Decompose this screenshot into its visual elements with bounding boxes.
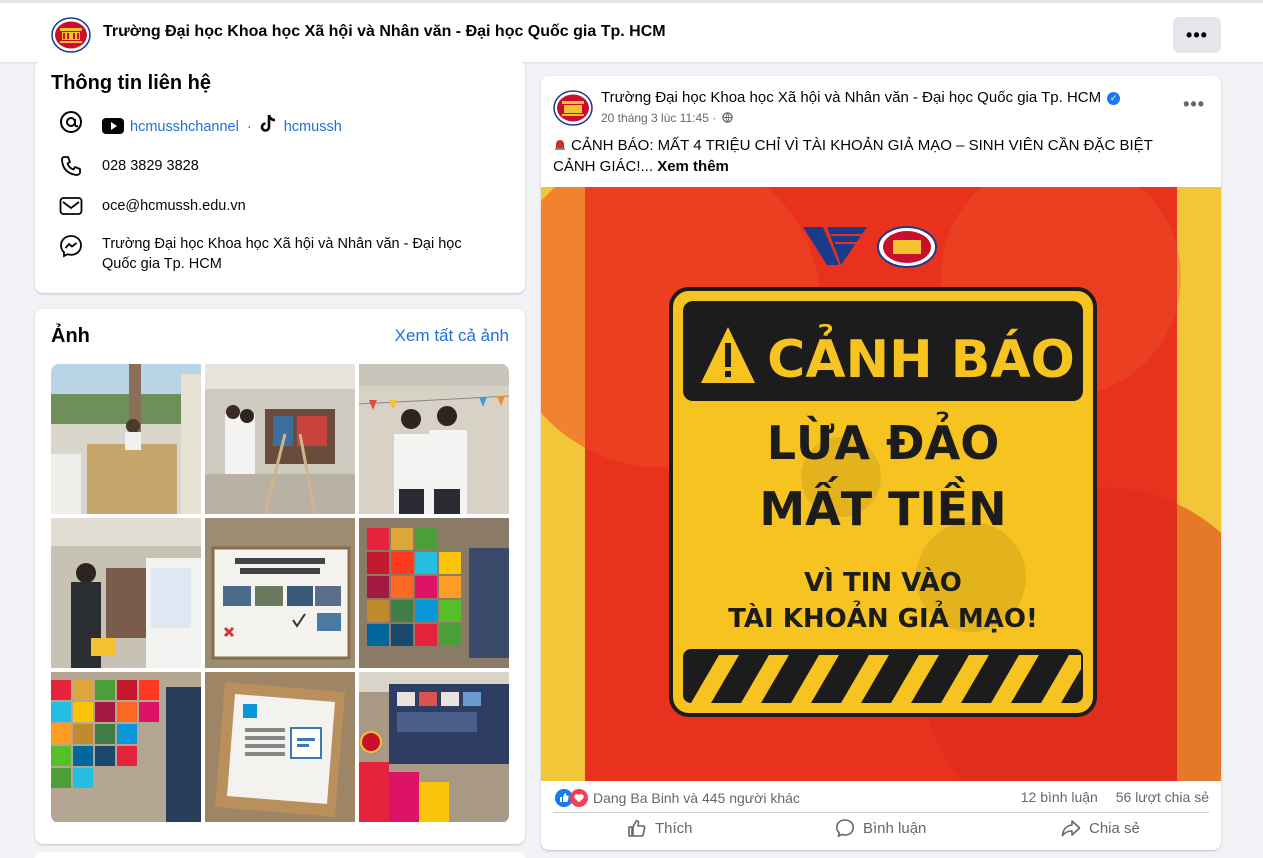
poster-line-1: CẢNH BÁO: [767, 324, 1075, 390]
reactions-bar: Dang Ba Binh và 445 người khác 12 bình l…: [541, 786, 1221, 810]
messenger-row: Trường Đại học Khoa học Xã hội và Nhân v…: [35, 232, 525, 276]
contact-info-card: Thông tin liên hệ hcmusshchannel · hcmus…: [35, 60, 525, 293]
poster-line-5: TÀI KHOẢN GIẢ MẠO!: [728, 599, 1038, 634]
shares-count[interactable]: 56 lượt chia sẻ: [1116, 789, 1209, 805]
see-more-link[interactable]: Xem thêm: [657, 158, 729, 175]
post-actions-bar: Thích Bình luận Chia sẻ: [541, 816, 1221, 846]
phone-row: 028 3829 3828: [35, 152, 525, 182]
more-options-button[interactable]: •••: [1173, 17, 1221, 53]
youtube-icon: [102, 118, 124, 134]
poster-line-4: VÌ TIN VÀO: [804, 566, 962, 598]
post-author-avatar[interactable]: [553, 88, 593, 128]
thumbs-up-icon: [628, 819, 646, 837]
comment-button[interactable]: Bình luận: [835, 818, 926, 838]
divider: [553, 812, 1209, 813]
tiktok-link[interactable]: hcmussh: [284, 119, 342, 135]
youtube-link[interactable]: hcmusshchannel: [130, 119, 239, 135]
messenger-icon: [57, 232, 85, 260]
photo-thumbnail[interactable]: [359, 364, 509, 514]
like-button[interactable]: Thích: [627, 818, 693, 838]
mail-icon: [57, 192, 85, 220]
tiktok-icon: [260, 114, 275, 132]
siren-emoji-icon: [555, 140, 565, 150]
photo-thumbnail[interactable]: [359, 518, 509, 668]
university-logo[interactable]: [51, 16, 91, 54]
at-sign-icon: [57, 108, 85, 136]
photos-heading: Ảnh: [51, 325, 90, 347]
post-text: CẢNH BÁO: MẤT 4 TRIỆU CHỈ VÌ TÀI KHOẢN G…: [553, 137, 1153, 175]
globe-icon: [721, 112, 733, 123]
photo-thumbnail[interactable]: [51, 672, 201, 822]
post-card: Trường Đại học Khoa học Xã hội và Nhân v…: [541, 76, 1221, 850]
see-all-photos-link[interactable]: Xem tất cả ảnh: [395, 326, 509, 346]
photos-card: Ảnh Xem tất cả ảnh: [35, 309, 525, 844]
comment-label: Bình luận: [863, 819, 927, 837]
share-label: Chia sẻ: [1089, 819, 1140, 837]
post-more-button[interactable]: •••: [1183, 94, 1205, 115]
phone-number: 028 3829 3828: [102, 158, 199, 174]
email-row: oce@hcmussh.edu.vn: [35, 192, 525, 222]
messenger-name-line1: Trường Đại học Khoa học Xã hội và Nhân v…: [102, 236, 462, 252]
next-card-edge: [35, 852, 525, 858]
page-header-bar: Trường Đại học Khoa học Xã hội và Nhân v…: [0, 0, 1263, 62]
post-image[interactable]: CẢNH BÁO LỪA ĐẢO MẤT TIỀN VÌ TIN VÀO TÀI…: [541, 187, 1221, 781]
verified-badge-icon: ✓: [1107, 92, 1121, 105]
post-date[interactable]: 20 tháng 3 lúc 11:45 ·: [601, 111, 716, 125]
separator-dot: ·: [246, 119, 252, 135]
photo-grid: [51, 364, 509, 823]
post-author-name[interactable]: Trường Đại học Khoa học Xã hội và Nhân v…: [601, 89, 1101, 106]
comment-bubble-icon: [835, 819, 855, 838]
contact-heading: Thông tin liên hệ: [51, 72, 211, 94]
page-title[interactable]: Trường Đại học Khoa học Xã hội và Nhân v…: [103, 23, 666, 41]
photo-thumbnail[interactable]: [205, 364, 355, 514]
photo-thumbnail[interactable]: [51, 518, 201, 668]
share-arrow-icon: [1061, 820, 1081, 837]
comments-count[interactable]: 12 bình luận: [1021, 789, 1098, 805]
photo-thumbnail[interactable]: [359, 672, 509, 822]
like-label: Thích: [655, 819, 693, 837]
messenger-name-line2: Quốc gia Tp. HCM: [102, 256, 222, 272]
photo-thumbnail[interactable]: [205, 672, 355, 822]
university-seal-logo: [877, 226, 937, 268]
love-reaction-icon[interactable]: [570, 789, 588, 807]
phone-icon: [57, 152, 85, 180]
photo-thumbnail[interactable]: [51, 364, 201, 514]
social-links-row: hcmusshchannel · hcmussh: [35, 108, 525, 138]
photo-thumbnail[interactable]: [205, 518, 355, 668]
share-button[interactable]: Chia sẻ: [1061, 818, 1140, 838]
poster-line-3: MẤT TIỀN: [759, 476, 1006, 536]
poster-line-2: LỪA ĐẢO: [767, 411, 1000, 470]
reactions-summary[interactable]: Dang Ba Binh và 445 người khác: [593, 790, 800, 806]
email-link[interactable]: oce@hcmussh.edu.vn: [102, 198, 246, 214]
